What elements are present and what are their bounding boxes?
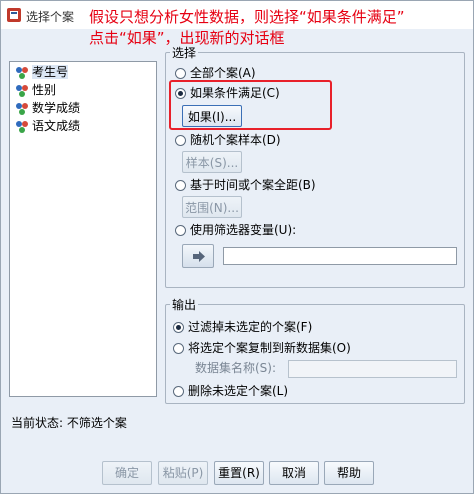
select-group-legend: 选择 — [170, 44, 199, 61]
paste-button[interactable]: 粘贴(P) — [158, 461, 208, 485]
radio-button[interactable] — [173, 385, 184, 397]
variable-label: 考生号 — [32, 65, 69, 79]
output-group-legend: 输出 — [170, 296, 199, 313]
annotation-line-1: 假设只想分析女性数据，则选择“如果条件满足” — [89, 8, 405, 26]
radio-button[interactable] — [175, 179, 186, 191]
range-button[interactable]: 范围(N)... — [182, 196, 242, 218]
radio-button[interactable] — [175, 67, 186, 79]
radio-label: 随机个案样本(D) — [190, 133, 281, 147]
ok-button[interactable]: 确定 — [102, 461, 152, 485]
move-variable-button[interactable] — [182, 244, 214, 268]
variable-label: 语文成绩 — [32, 119, 81, 133]
window-title: 选择个案 — [26, 10, 75, 24]
radio-label: 将选定个案复制到新数据集(O) — [188, 341, 351, 355]
spss-app-icon — [7, 8, 21, 22]
select-cases-dialog: 选择个案 假设只想分析女性数据，则选择“如果条件满足” 点击“如果”，出现新的对… — [0, 0, 474, 494]
radio-delete-unselected[interactable]: 删除未选定个案(L) — [173, 382, 288, 400]
nominal-variable-icon — [16, 102, 28, 115]
nominal-variable-icon — [16, 66, 28, 79]
variable-label: 数学成绩 — [32, 101, 81, 115]
cancel-button[interactable]: 取消 — [269, 461, 319, 485]
radio-copy-to-dataset[interactable]: 将选定个案复制到新数据集(O) — [173, 339, 351, 357]
help-button[interactable]: 帮助 — [324, 461, 374, 485]
radio-button[interactable] — [175, 224, 186, 236]
variable-list[interactable]: 考生号 性别 数学成绩 语文成绩 — [9, 61, 157, 397]
radio-filter-variable[interactable]: 使用筛选器变量(U): — [175, 221, 296, 239]
current-status: 当前状态: 不筛选个案 — [11, 416, 127, 430]
reset-button[interactable]: 重置(R) — [214, 461, 264, 485]
dataset-name-label: 数据集名称(S): — [195, 361, 277, 375]
list-item[interactable]: 数学成绩 — [14, 99, 80, 117]
arrow-right-icon — [193, 251, 205, 262]
radio-time-or-range[interactable]: 基于时间或个案全距(B) — [175, 176, 316, 194]
radio-filter-out[interactable]: 过滤掉未选定的个案(F) — [173, 318, 312, 336]
list-item[interactable]: 性别 — [14, 81, 56, 99]
radio-label: 过滤掉未选定的个案(F) — [188, 320, 313, 334]
list-item[interactable]: 考生号 — [14, 63, 69, 81]
variable-label: 性别 — [32, 83, 57, 97]
radio-button[interactable] — [173, 321, 184, 333]
dataset-name-field[interactable] — [288, 360, 457, 378]
radio-label: 使用筛选器变量(U): — [190, 223, 297, 237]
nominal-variable-icon — [16, 120, 28, 133]
radio-label: 如果条件满足(C) — [190, 86, 280, 100]
radio-random-sample[interactable]: 随机个案样本(D) — [175, 131, 281, 149]
radio-if-condition[interactable]: 如果条件满足(C) — [175, 84, 280, 102]
sample-button[interactable]: 样本(S)... — [182, 151, 242, 173]
radio-button[interactable] — [175, 134, 186, 146]
nominal-variable-icon — [16, 84, 28, 97]
radio-label: 基于时间或个案全距(B) — [190, 178, 316, 192]
radio-button[interactable] — [173, 342, 184, 354]
filter-variable-field[interactable] — [223, 247, 457, 265]
if-button[interactable]: 如果(I)... — [182, 105, 242, 127]
radio-label: 删除未选定个案(L) — [188, 384, 289, 398]
radio-button[interactable] — [175, 87, 186, 99]
list-item[interactable]: 语文成绩 — [14, 117, 80, 135]
